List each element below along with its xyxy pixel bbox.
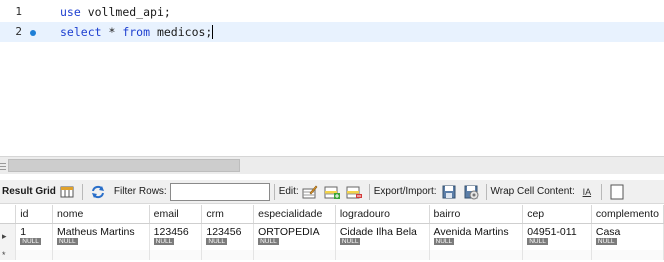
new-cell[interactable]: [52, 249, 150, 260]
cell-especialidade[interactable]: ORTOPEDIA NULL: [253, 223, 336, 250]
cell-value: Avenida Martins: [433, 225, 509, 238]
toolbar-divider: [600, 183, 602, 200]
result-toolbar: Result Grid Filter Rows: Edit: Export/Im…: [0, 180, 664, 204]
new-cell[interactable]: [591, 249, 664, 260]
new-cell[interactable]: [429, 249, 524, 260]
result-table: id nome email crm especialidade logradou…: [0, 205, 664, 260]
cell-crm[interactable]: 123456 NULL: [201, 223, 255, 250]
form-view-icon[interactable]: [608, 183, 626, 201]
null-badge: NULL: [595, 237, 617, 245]
null-badge: NULL: [258, 237, 279, 245]
column-header-crm[interactable]: crm: [201, 205, 255, 224]
new-cell[interactable]: [201, 249, 255, 260]
null-badge: NULL: [339, 237, 361, 245]
toolbar-divider: [368, 183, 370, 200]
cell-id[interactable]: 1 NULL: [15, 223, 54, 250]
sql-keyword: select: [60, 25, 102, 39]
column-header-cep[interactable]: cep: [522, 205, 592, 224]
result-grid[interactable]: id nome email crm especialidade logradou…: [0, 205, 664, 262]
import-icon[interactable]: [462, 183, 480, 201]
code-text: select * from medicos;: [60, 25, 214, 39]
column-header-nome[interactable]: nome: [52, 205, 150, 224]
filter-rows-label: Filter Rows:: [113, 186, 167, 197]
refresh-icon[interactable]: [89, 183, 107, 201]
code-line-1[interactable]: 1 use vollmed_api;: [0, 2, 664, 22]
horizontal-scrollbar[interactable]: [0, 156, 664, 174]
column-header-complemento[interactable]: complemento: [591, 205, 664, 224]
cell-nome[interactable]: Matheus Martins NULL: [52, 223, 150, 250]
delete-row-icon[interactable]: [345, 183, 363, 201]
code-text: use vollmed_api;: [60, 5, 171, 19]
sql-text: *: [101, 25, 123, 39]
column-header-row: id nome email crm especialidade logradou…: [0, 205, 664, 224]
wrap-cell-content-label: Wrap Cell Content:: [490, 186, 575, 197]
insert-row-icon[interactable]: [323, 183, 341, 201]
sql-editor[interactable]: 1 use vollmed_api; 2 select * from medic…: [0, 0, 664, 150]
null-badge: NULL: [153, 237, 175, 245]
cell-bairro[interactable]: Avenida Martins NULL: [429, 223, 524, 250]
toolbar-divider: [485, 183, 487, 200]
column-header-logradouro[interactable]: logradouro: [335, 205, 430, 224]
cell-value: Matheus Martins: [57, 225, 135, 238]
new-cell[interactable]: [253, 249, 336, 260]
edit-row-icon[interactable]: [301, 183, 319, 201]
text-caret: [212, 25, 214, 39]
new-cell[interactable]: [15, 249, 54, 260]
column-header-id[interactable]: id: [15, 205, 54, 224]
line-number: 2: [15, 25, 22, 38]
result-grid-label[interactable]: Result Grid: [2, 186, 56, 197]
filter-rows-input[interactable]: [169, 182, 270, 201]
null-badge: NULL: [206, 237, 227, 245]
toolbar-divider: [273, 183, 275, 200]
null-badge: NULL: [57, 237, 78, 245]
export-icon[interactable]: [440, 183, 458, 201]
cell-value: 04951-011: [527, 225, 577, 238]
new-row[interactable]: *: [0, 249, 664, 260]
cell-value: ORTOPEDIA: [258, 225, 320, 238]
sql-text: vollmed_api;: [80, 5, 171, 19]
table-row[interactable]: ▸ 1 NULL Matheus Martins NULL 123456 NULL 1…: [0, 223, 664, 250]
splitter-grip-icon[interactable]: [0, 162, 6, 170]
cell-value: 1: [20, 225, 27, 238]
statement-marker-icon: [30, 30, 36, 36]
wrap-text-icon-glyph: IA: [582, 186, 592, 197]
sql-keyword: from: [122, 25, 151, 39]
new-row-marker-icon: *: [0, 249, 17, 260]
column-header-email[interactable]: email: [149, 205, 203, 224]
edit-label: Edit:: [278, 186, 299, 197]
export-import-label: Export/Import:: [373, 186, 437, 197]
cell-cep[interactable]: 04951-011 NULL: [522, 223, 592, 250]
row-header-corner: [0, 205, 17, 224]
cell-value: Casa: [595, 225, 621, 238]
null-badge: NULL: [433, 237, 455, 245]
sql-text: medicos;: [150, 25, 213, 39]
wrap-text-icon[interactable]: IA: [579, 183, 595, 201]
null-badge: NULL: [527, 237, 548, 245]
new-cell[interactable]: [149, 249, 203, 260]
cell-value: 123456: [153, 225, 189, 238]
row-selector-icon[interactable]: ▸: [0, 223, 17, 250]
cell-value: Cidade Ilha Bela: [339, 225, 417, 238]
cell-logradouro[interactable]: Cidade Ilha Bela NULL: [335, 223, 430, 250]
null-badge: NULL: [20, 237, 41, 245]
new-cell[interactable]: [522, 249, 592, 260]
cell-email[interactable]: 123456 NULL: [149, 223, 203, 250]
scrollbar-thumb[interactable]: [8, 159, 240, 172]
line-number: 1: [15, 5, 22, 18]
grid-view-icon[interactable]: [58, 183, 76, 201]
column-header-bairro[interactable]: bairro: [429, 205, 524, 224]
code-line-2[interactable]: 2 select * from medicos;: [0, 22, 664, 42]
cell-complemento[interactable]: Casa NULL: [591, 223, 664, 250]
column-header-especialidade[interactable]: especialidade: [253, 205, 336, 224]
new-cell[interactable]: [335, 249, 430, 260]
toolbar-divider: [81, 183, 83, 200]
cell-value: 123456: [206, 225, 242, 238]
sql-keyword: use: [60, 5, 81, 19]
